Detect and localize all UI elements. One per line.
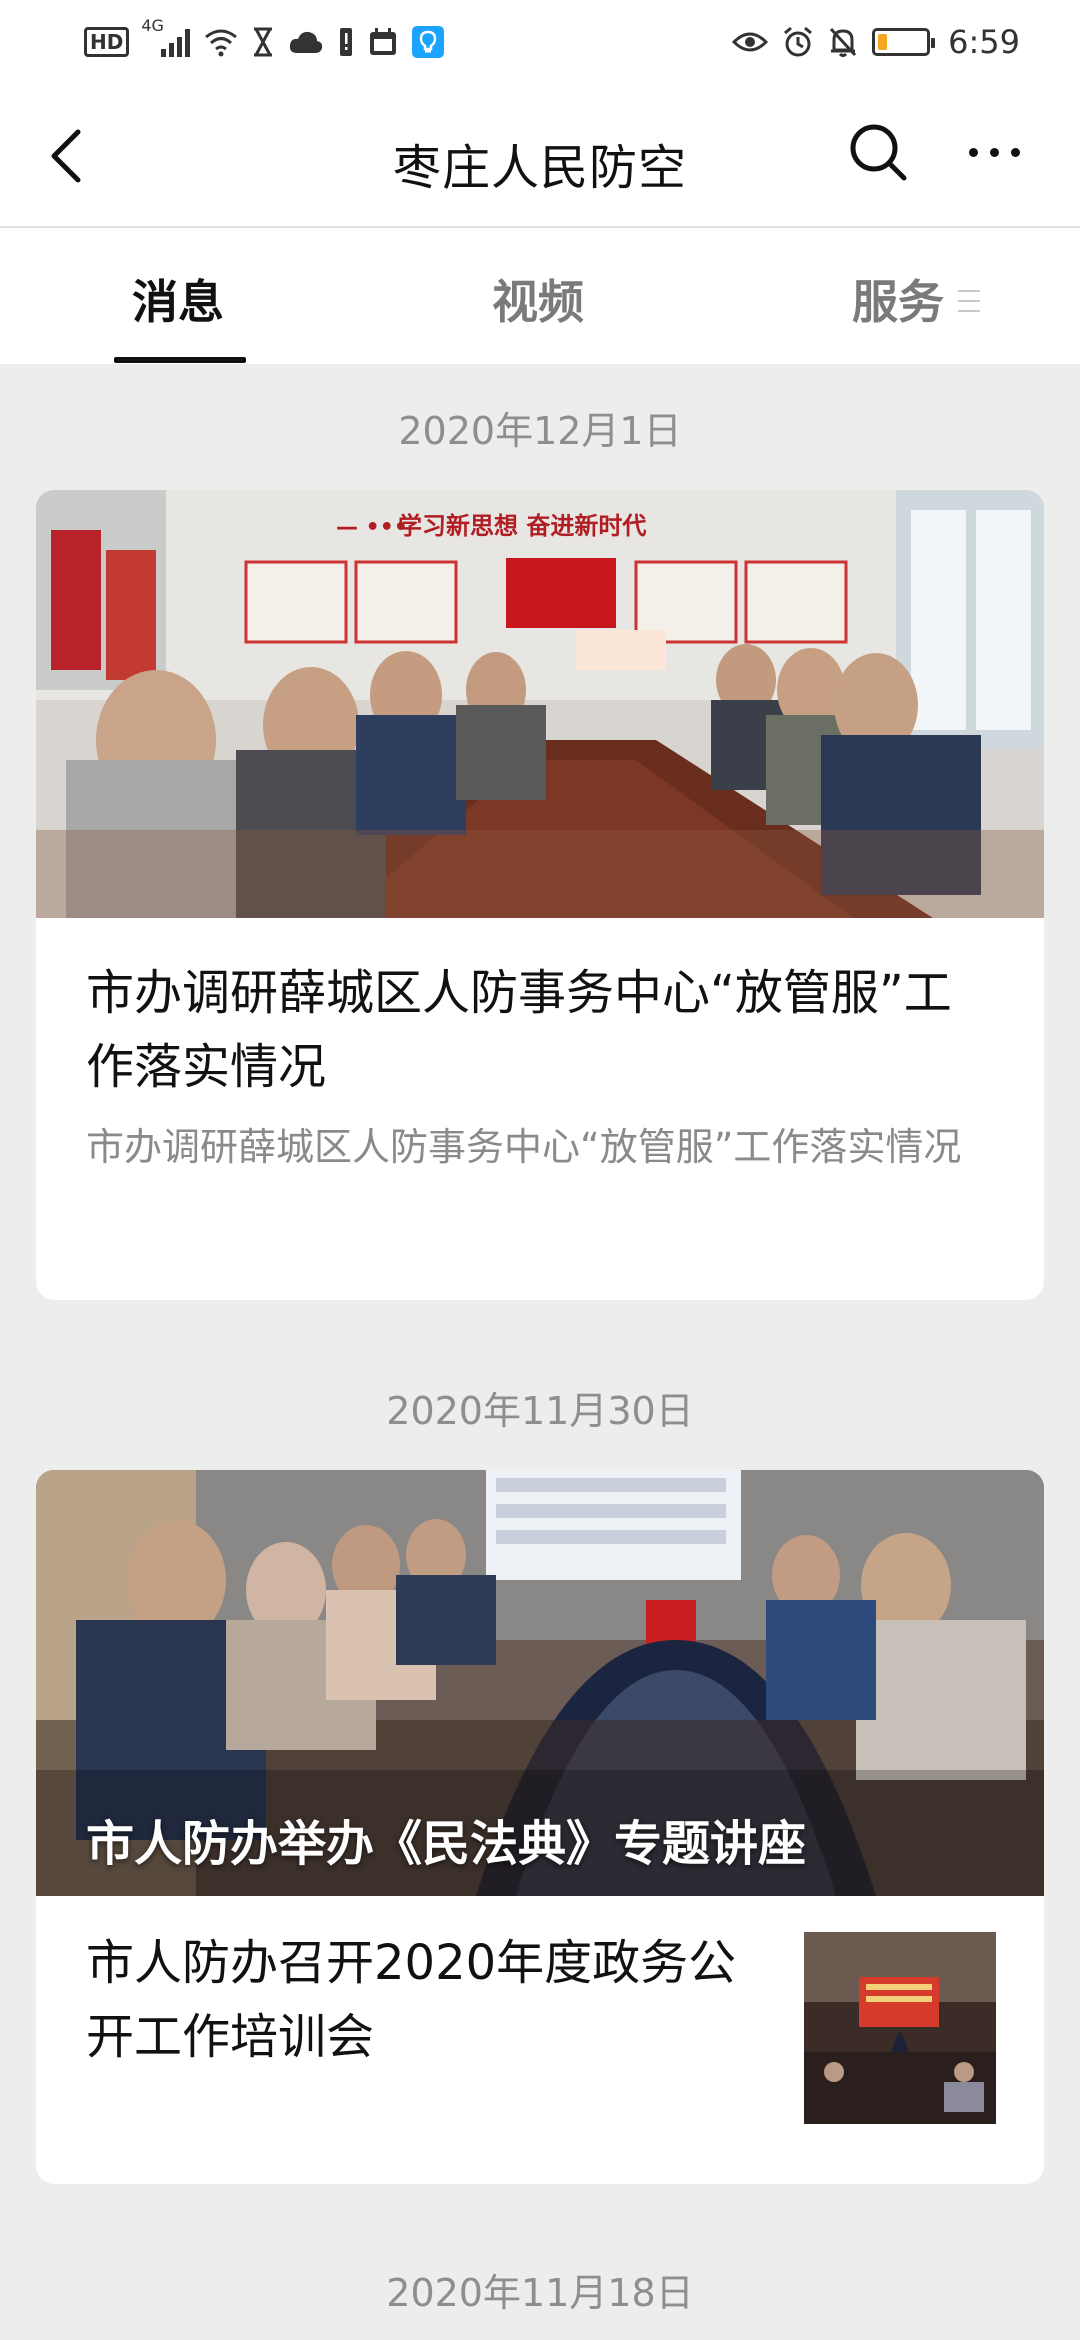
cloud-icon xyxy=(288,24,324,60)
tab-videos[interactable]: 视频 xyxy=(492,266,584,332)
alarm-icon xyxy=(782,24,814,60)
services-menu-icon xyxy=(958,290,980,312)
tab-bar: 消息 视频 服务 xyxy=(0,228,1080,364)
more-dots-icon xyxy=(968,147,1020,157)
search-button[interactable] xyxy=(846,120,910,184)
status-left: HD 4G xyxy=(84,16,445,60)
eye-icon xyxy=(732,24,769,60)
date-label: 2020年11月18日 xyxy=(386,2271,694,2315)
tab-services[interactable]: 服务 xyxy=(852,266,944,332)
battery-icon xyxy=(872,28,936,56)
featured-article[interactable]: 市人防办举办《民法典》专题讲座 xyxy=(36,1470,1044,1896)
title-bar: 枣庄人民防空 xyxy=(0,84,1080,228)
tab-messages[interactable]: 消息 xyxy=(132,266,224,332)
alert-icon xyxy=(338,24,354,60)
date-label: 2020年11月30日 xyxy=(386,1389,694,1433)
article-group-card: 市人防办举办《民法典》专题讲座 市人防办召开2020年度政务公开工作培训会 xyxy=(36,1470,1044,2184)
signal-icon: 4G xyxy=(141,16,191,60)
date-label: 2020年12月1日 xyxy=(398,409,682,453)
more-button[interactable] xyxy=(962,120,1026,184)
hd-icon: HD xyxy=(84,27,130,57)
article-title: 市办调研薛城区人防事务中心“放管服”工作落实情况 xyxy=(86,965,952,1095)
hourglass-icon xyxy=(252,24,274,60)
mute-icon xyxy=(828,24,858,60)
article-thumbnail xyxy=(804,1932,996,2124)
status-bar: HD 4G 6:59 xyxy=(0,0,1080,84)
search-icon xyxy=(850,124,907,181)
status-right: 6:59 xyxy=(732,23,1020,61)
wifi-icon xyxy=(204,24,238,60)
status-time: 6:59 xyxy=(948,23,1020,61)
calendar-icon xyxy=(368,24,398,60)
battery-level xyxy=(878,34,888,50)
page-title: 枣庄人民防空 xyxy=(392,140,687,196)
bulb-icon xyxy=(412,26,445,58)
article-image: — ••• 学习新思想 奋进新时代 xyxy=(36,490,1044,918)
article-card[interactable]: — ••• 学习新思想 奋进新时代 市办调研薛城区人防事务中心“放管服”工作落实… xyxy=(36,490,1044,1300)
tab-indicator xyxy=(114,357,246,363)
banner-text: 学习新思想 奋进新时代 xyxy=(398,512,646,540)
article-title: 市人防办召开2020年度政务公开工作培训会 xyxy=(86,1935,737,2065)
featured-article-title: 市人防办举办《民法典》专题讲座 xyxy=(86,1816,807,1872)
network-type: 4G xyxy=(141,16,164,35)
article-summary: 市办调研薛城区人防事务中心“放管服”工作落实情况 xyxy=(86,1125,962,1169)
